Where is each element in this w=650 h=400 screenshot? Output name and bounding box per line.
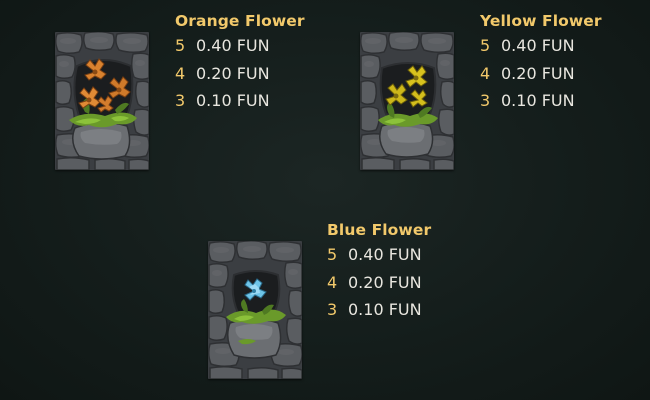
payout-value: 0.10 FUN: [501, 91, 575, 110]
match-count: 3: [327, 300, 338, 319]
match-count: 4: [175, 64, 186, 83]
payout-value: 0.20 FUN: [348, 273, 422, 292]
payout-value: 0.20 FUN: [501, 64, 575, 83]
yellow-flower-icon: [360, 32, 454, 170]
match-count: 4: [480, 64, 491, 83]
match-count: 5: [175, 36, 186, 55]
paytable-row: 5 0.40 FUN: [480, 36, 575, 55]
paytable-row: 3 0.10 FUN: [175, 91, 270, 110]
symbol-title: Orange Flower: [175, 12, 305, 30]
paytable-row: 3 0.10 FUN: [480, 91, 575, 110]
paytable-row: 5 0.40 FUN: [175, 36, 270, 55]
paytable-row: 3 0.10 FUN: [327, 300, 422, 319]
paytable-row: 4 0.20 FUN: [327, 273, 422, 292]
payout-value: 0.40 FUN: [196, 36, 270, 55]
payout-value: 0.40 FUN: [348, 245, 422, 264]
orange-flower-icon: [55, 32, 149, 170]
payout-value: 0.10 FUN: [196, 91, 270, 110]
match-count: 3: [175, 91, 186, 110]
payout-value: 0.10 FUN: [348, 300, 422, 319]
match-count: 3: [480, 91, 491, 110]
paytable-page: { "colors": { "background": "#151e1c", "…: [0, 0, 650, 400]
payout-value: 0.40 FUN: [501, 36, 575, 55]
payout-value: 0.20 FUN: [196, 64, 270, 83]
symbol-title: Blue Flower: [327, 221, 432, 239]
match-count: 5: [480, 36, 491, 55]
match-count: 4: [327, 273, 338, 292]
paytable-row: 4 0.20 FUN: [175, 64, 270, 83]
symbol-title: Yellow Flower: [480, 12, 602, 30]
paytable-row: 4 0.20 FUN: [480, 64, 575, 83]
blue-flower-icon: [208, 241, 302, 379]
paytable-row: 5 0.40 FUN: [327, 245, 422, 264]
match-count: 5: [327, 245, 338, 264]
